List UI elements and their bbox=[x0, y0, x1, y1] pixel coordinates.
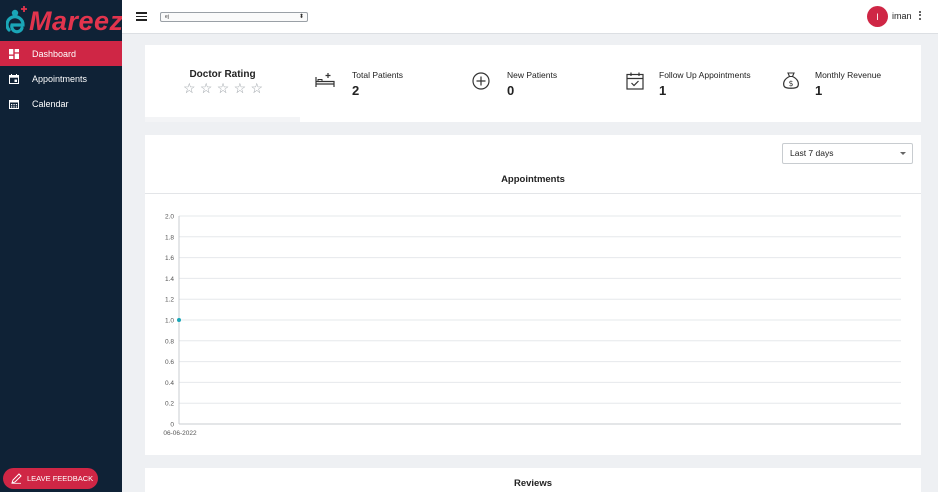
reviews-title: Reviews bbox=[513, 478, 553, 489]
follow-up-value: 1 bbox=[659, 83, 667, 98]
rating-box-shadow bbox=[145, 117, 300, 122]
dashboard-icon bbox=[9, 48, 19, 59]
chart-title: Appointments bbox=[501, 174, 565, 185]
new-patients-value: 0 bbox=[507, 83, 515, 98]
top-bar: ej ⬍ I iman bbox=[122, 0, 938, 34]
stat-follow-up-appointments: Follow Up Appointments 1 bbox=[625, 45, 775, 122]
appointments-chart: 0 0.2 0.4 0.6 0.8 1.0 1.2 1.4 1.6 1.8 2.0 06-06-202… bbox=[163, 214, 901, 437]
date-range-value: Last 7 days bbox=[790, 148, 834, 158]
dropdown-caret-icon bbox=[900, 152, 906, 155]
stat-monthly-revenue: $ Monthly Revenue 1 bbox=[781, 45, 921, 122]
y-tick-label: 1.2 bbox=[165, 297, 174, 304]
star-icon[interactable]: ☆ bbox=[183, 81, 196, 95]
total-patients-label: Total Patients bbox=[352, 70, 404, 80]
y-tick-label: 0.2 bbox=[165, 401, 174, 408]
doctor-rating-box: Doctor Rating ☆ ☆ ☆ ☆ ☆ bbox=[145, 45, 300, 122]
sidebar: Mareez Dashboard Appointments Calendar L… bbox=[0, 0, 123, 492]
stat-new-patients: New Patients 0 bbox=[471, 45, 611, 122]
avatar-initial: I bbox=[876, 11, 879, 22]
y-tick-label: 2.0 bbox=[165, 214, 174, 221]
new-patients-label: New Patients bbox=[507, 70, 558, 80]
monthly-revenue-label: Monthly Revenue bbox=[815, 70, 882, 80]
calendar-check-icon bbox=[626, 72, 644, 90]
y-tick-label: 0.4 bbox=[165, 380, 174, 387]
logo-text: Mareez bbox=[29, 6, 124, 36]
star-icon[interactable]: ☆ bbox=[217, 81, 230, 95]
appointments-chart-card: Last 7 days Appointments 0 0.2 0.4 0.6 0.8 1.… bbox=[145, 135, 921, 455]
sidebar-item-label: Calendar bbox=[32, 98, 69, 109]
sidebar-item-dashboard[interactable]: Dashboard bbox=[0, 41, 122, 66]
y-tick-label: 1.0 bbox=[165, 318, 174, 325]
chart-divider bbox=[145, 193, 921, 194]
data-point bbox=[177, 318, 181, 322]
bed-icon bbox=[315, 73, 335, 87]
y-tick-label: 1.4 bbox=[165, 276, 174, 283]
leave-feedback-button[interactable]: LEAVE FEEDBACK bbox=[3, 468, 98, 489]
monthly-revenue-value: 1 bbox=[815, 83, 823, 98]
calendar-event-icon bbox=[9, 73, 19, 84]
star-rating: ☆ ☆ ☆ ☆ ☆ bbox=[183, 81, 263, 95]
follow-up-label: Follow Up Appointments bbox=[659, 70, 751, 80]
total-patients-value: 2 bbox=[352, 83, 360, 98]
sidebar-item-label: Dashboard bbox=[32, 48, 77, 59]
user-name[interactable]: iman bbox=[892, 11, 912, 21]
logo[interactable]: Mareez bbox=[6, 2, 123, 38]
y-tick-label: 1.6 bbox=[165, 255, 174, 262]
star-icon[interactable]: ☆ bbox=[234, 81, 247, 95]
stat-total-patients: Total Patients 2 bbox=[315, 45, 455, 122]
sidebar-item-appointments[interactable]: Appointments bbox=[0, 66, 122, 91]
star-icon[interactable]: ☆ bbox=[250, 81, 263, 95]
logo-mark-icon bbox=[6, 6, 27, 34]
avatar[interactable]: I bbox=[867, 6, 888, 27]
clinic-select-value: ej bbox=[165, 14, 169, 20]
date-range-select[interactable]: Last 7 days bbox=[782, 143, 913, 164]
x-tick-label: 06-06-2022 bbox=[163, 430, 197, 437]
y-tick-label: 0 bbox=[170, 422, 174, 429]
y-tick-label: 0.6 bbox=[165, 359, 174, 366]
svg-text:$: $ bbox=[789, 79, 794, 88]
plus-circle-icon bbox=[472, 72, 490, 90]
sidebar-item-label: Appointments bbox=[32, 73, 88, 84]
clinic-select[interactable]: ej ⬍ bbox=[160, 12, 308, 22]
leave-feedback-label: LEAVE FEEDBACK bbox=[27, 474, 94, 483]
sidebar-item-calendar[interactable]: Calendar bbox=[0, 91, 122, 116]
doctor-rating-title: Doctor Rating bbox=[189, 69, 256, 80]
menu-icon[interactable] bbox=[136, 12, 147, 21]
star-icon[interactable]: ☆ bbox=[200, 81, 213, 95]
y-tick-label: 0.8 bbox=[165, 338, 174, 345]
sidebar-nav: Dashboard Appointments Calendar bbox=[0, 41, 122, 116]
stats-card: Doctor Rating ☆ ☆ ☆ ☆ ☆ Total Patients 2… bbox=[145, 45, 921, 122]
money-bag-icon: $ bbox=[783, 72, 799, 89]
more-vert-icon[interactable] bbox=[917, 10, 923, 22]
pen-icon bbox=[11, 473, 22, 484]
select-arrows-icon: ⬍ bbox=[298, 14, 304, 20]
reviews-card: Reviews bbox=[145, 468, 921, 492]
y-tick-label: 1.8 bbox=[165, 234, 174, 241]
calendar-grid-icon bbox=[9, 99, 19, 109]
